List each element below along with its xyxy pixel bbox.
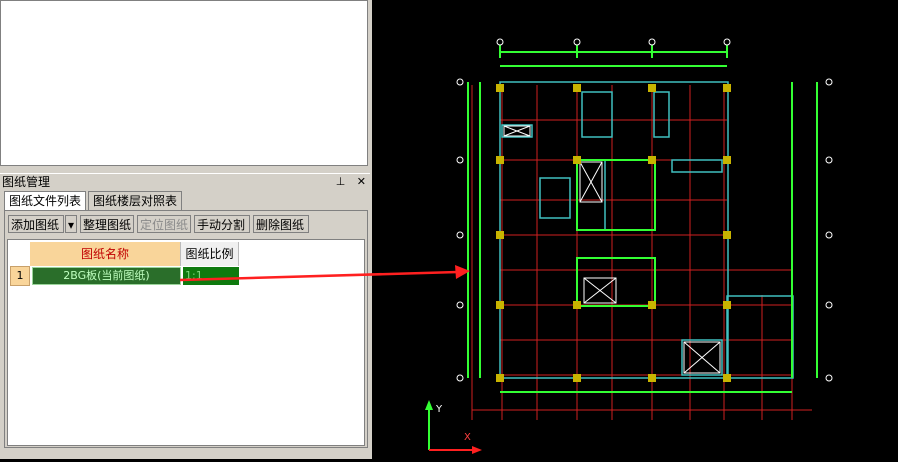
next-panel-titlebar — [0, 451, 374, 459]
panel-title: 图纸管理 — [2, 175, 51, 189]
axis-x-label: X — [464, 432, 471, 443]
drawing-manager-titlebar: 图纸管理 ⊥ ✕ — [0, 173, 370, 190]
cad-drawing: Y X — [425, 38, 833, 454]
tab-drawing-floor-mapping[interactable]: 图纸楼层对照表 — [88, 191, 183, 211]
add-drawing-dropdown-button[interactable]: ▾ — [65, 215, 77, 233]
left-panel: 图纸管理 ⊥ ✕ 图纸文件列表 图纸楼层对照表 添加图纸 ▾ 整理图纸 定位图纸… — [0, 0, 374, 459]
arrange-drawing-button[interactable]: 整理图纸 — [80, 215, 134, 233]
drawing-table: 图纸名称 图纸比例 1 2BG板(当前图纸) 1:1 — [7, 239, 365, 446]
table-row-drawing-scale[interactable]: 1:1 — [183, 267, 239, 285]
locate-drawing-button[interactable]: 定位图纸 — [137, 215, 191, 233]
row-index[interactable]: 1 — [10, 266, 30, 286]
properties-pane — [0, 0, 368, 166]
delete-drawing-button[interactable]: 删除图纸 — [253, 215, 309, 233]
axis-icon: Y X — [425, 400, 482, 454]
column-header-drawing-name[interactable]: 图纸名称 — [30, 242, 181, 266]
add-drawing-button[interactable]: 添加图纸 — [8, 215, 64, 233]
cad-canvas[interactable]: Y X — [372, 0, 898, 459]
pin-icon[interactable]: ⊥ — [336, 175, 346, 188]
tab-content: 添加图纸 ▾ 整理图纸 定位图纸 手动分割 删除图纸 图纸名称 图纸比例 1 2… — [4, 210, 368, 448]
tab-drawing-file-list[interactable]: 图纸文件列表 — [4, 191, 87, 212]
axis-y-label: Y — [435, 404, 443, 415]
close-icon[interactable]: ✕ — [357, 175, 366, 188]
column-header-drawing-scale[interactable]: 图纸比例 — [181, 242, 239, 266]
table-row-drawing-name[interactable]: 2BG板(当前图纸) — [32, 267, 181, 285]
manual-split-button[interactable]: 手动分割 — [194, 215, 250, 233]
